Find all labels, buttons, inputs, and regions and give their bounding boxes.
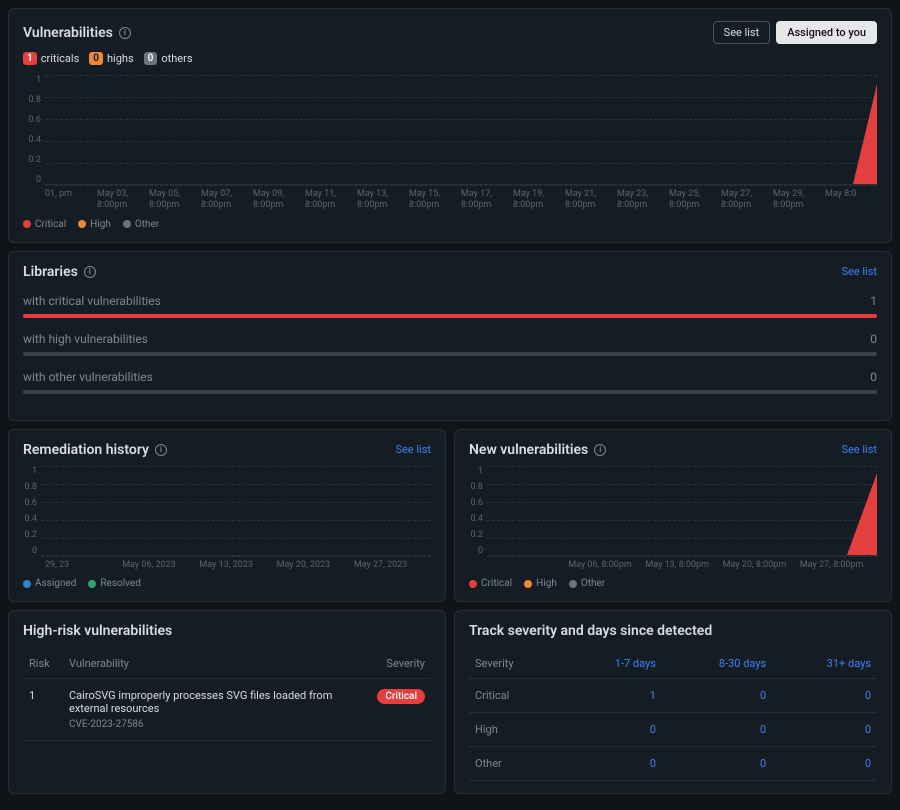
table-row[interactable]: High000 (469, 713, 877, 747)
track-severity-table: Severity 1-7 days 8-30 days 31+ days Cri… (469, 649, 877, 781)
track-severity-panel: Track severity and days since detected S… (454, 610, 892, 794)
critical-area (853, 84, 877, 184)
legend-resolved: Resolved (100, 578, 140, 589)
d1-cell[interactable]: 0 (563, 713, 662, 747)
vulnerabilities-chart[interactable]: 10.80.60.40.20 (23, 75, 877, 185)
legend-other: Other (581, 578, 605, 589)
legend-assigned: Assigned (35, 578, 76, 589)
col-1-7-days[interactable]: 1-7 days (563, 649, 662, 679)
high-risk-table: Risk Vulnerability Severity 1CairoSVG im… (23, 649, 431, 741)
library-label: with other vulnerabilities (23, 370, 153, 384)
high-risk-title: High-risk vulnerabilities (23, 623, 172, 639)
d2-cell[interactable]: 0 (662, 679, 772, 713)
legend-high: High (536, 578, 557, 589)
col-8-30-days[interactable]: 8-30 days (662, 649, 772, 679)
remediation-see-list-link[interactable]: See list (395, 443, 431, 456)
new-vulnerabilities-panel: New vulnerabilities i See list 10.80.60.4… (454, 429, 892, 603)
info-icon[interactable]: i (594, 444, 606, 456)
assigned-to-you-button[interactable]: Assigned to you (776, 21, 877, 44)
severity-cell: Critical (469, 679, 563, 713)
cve-id: CVE-2023-27586 (69, 719, 355, 730)
info-icon[interactable]: i (84, 266, 96, 278)
others-count: 0 (144, 52, 158, 65)
vuln-cell: CairoSVG improperly processes SVG files … (63, 679, 361, 741)
highs-count: 0 (89, 52, 103, 65)
severity-cell: Other (469, 747, 563, 781)
critical-area (847, 473, 877, 555)
d1-cell[interactable]: 1 (563, 679, 662, 713)
col-severity[interactable]: Severity (469, 649, 563, 679)
library-row[interactable]: with high vulnerabilities 0 (23, 332, 877, 356)
remediation-panel: Remediation history i See list 10.80.60.4… (8, 429, 446, 603)
d3-cell[interactable]: 0 (772, 747, 877, 781)
track-severity-title: Track severity and days since detected (469, 623, 712, 639)
high-risk-panel: High-risk vulnerabilities Risk Vulnerabi… (8, 610, 446, 794)
info-icon[interactable]: i (155, 444, 167, 456)
vulnerabilities-title: Vulnerabilities i (23, 25, 131, 41)
remediation-title: Remediation history (23, 442, 149, 458)
see-list-button[interactable]: See list (713, 21, 771, 44)
vulnerabilities-legend: Critical High Other (23, 219, 877, 230)
libraries-title: Libraries i (23, 264, 96, 280)
d3-cell[interactable]: 0 (772, 713, 877, 747)
new-vulnerabilities-see-list-link[interactable]: See list (841, 443, 877, 456)
legend-other: Other (135, 219, 159, 230)
legend-critical: Critical (481, 578, 512, 589)
d2-cell[interactable]: 0 (662, 713, 772, 747)
libraries-title-text: Libraries (23, 264, 78, 280)
new-vulnerabilities-title: New vulnerabilities (469, 442, 588, 458)
remediation-chart[interactable]: 10.80.60.40.20 (23, 466, 431, 556)
library-value: 1 (870, 294, 877, 308)
legend-high: High (90, 219, 111, 230)
table-row[interactable]: Critical100 (469, 679, 877, 713)
library-row[interactable]: with other vulnerabilities 0 (23, 370, 877, 394)
vulnerabilities-title-text: Vulnerabilities (23, 25, 113, 41)
libraries-panel: Libraries i See list with critical vulne… (8, 251, 892, 421)
col-risk[interactable]: Risk (23, 649, 63, 679)
others-label: others (161, 52, 192, 65)
remediation-legend: Assigned Resolved (23, 578, 431, 589)
library-row[interactable]: with critical vulnerabilities 1 (23, 294, 877, 318)
vulnerabilities-panel: Vulnerabilities i See list Assigned to y… (8, 8, 892, 243)
col-vulnerability[interactable]: Vulnerability (63, 649, 361, 679)
criticals-count: 1 (23, 52, 37, 65)
table-row[interactable]: 1CairoSVG improperly processes SVG files… (23, 679, 431, 741)
new-vulnerabilities-legend: Critical High Other (469, 578, 877, 589)
library-label: with critical vulnerabilities (23, 294, 161, 308)
d2-cell[interactable]: 0 (662, 747, 772, 781)
severity-badges: 1criticals 0highs 0others (23, 52, 877, 65)
severity-pill: Critical (377, 689, 425, 704)
remediation-xaxis: 29, 23May 06, 2023May 13, 2023May 20, 20… (45, 560, 431, 571)
col-31-days[interactable]: 31+ days (772, 649, 877, 679)
info-icon[interactable]: i (119, 27, 131, 39)
d3-cell[interactable]: 0 (772, 679, 877, 713)
new-vulnerabilities-xaxis: May 06, 8:00pmMay 13, 8:00pmMay 20, 8:00… (491, 560, 877, 571)
table-row[interactable]: Other000 (469, 747, 877, 781)
libraries-see-list-link[interactable]: See list (841, 265, 877, 278)
highs-label: highs (107, 52, 134, 65)
col-severity[interactable]: Severity (361, 649, 431, 679)
library-label: with high vulnerabilities (23, 332, 148, 346)
d1-cell[interactable]: 0 (563, 747, 662, 781)
vulnerabilities-xaxis: 01, pmMay 03, 8:00pmMay 05, 8:00pmMay 07… (45, 189, 877, 211)
risk-cell: 1 (23, 679, 63, 741)
severity-cell: High (469, 713, 563, 747)
new-vulnerabilities-chart[interactable]: 10.80.60.40.20 (469, 466, 877, 556)
library-value: 0 (870, 370, 877, 384)
library-value: 0 (870, 332, 877, 346)
legend-critical: Critical (35, 219, 66, 230)
criticals-label: criticals (41, 52, 80, 65)
